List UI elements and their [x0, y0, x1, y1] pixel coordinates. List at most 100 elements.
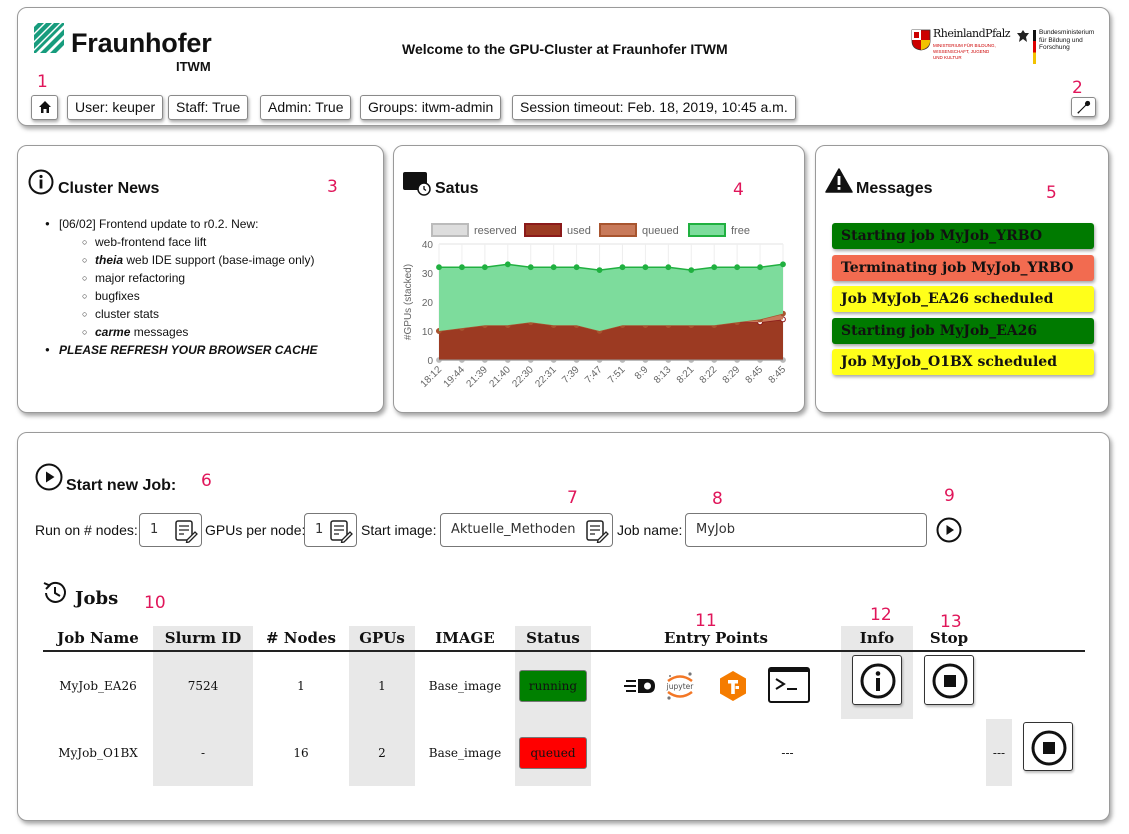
table-cell-job-name: MyJob_O1BX [58, 746, 138, 760]
monitor-icon [403, 172, 431, 196]
annotation-6: 6 [201, 471, 212, 491]
status-badge: running [519, 670, 587, 702]
news-subitem-text: messages [130, 325, 189, 339]
x-tick-label: 7:47 [583, 364, 605, 386]
start-job-button[interactable] [936, 517, 962, 543]
status-title: Satus [435, 180, 479, 197]
y-tick-label: 0 [427, 356, 433, 367]
message-item: Job MyJob_EA26 scheduled [832, 286, 1094, 312]
point-free [688, 267, 695, 273]
logo-name: Fraunhofer [71, 28, 212, 58]
point-free [481, 264, 488, 271]
annotation-1: 1 [37, 72, 48, 92]
image-select[interactable]: Aktuelle_Methoden [440, 513, 613, 547]
stop-button[interactable] [924, 655, 974, 705]
point-free [780, 261, 786, 268]
settings-button[interactable] [1071, 97, 1096, 117]
jupyter-icon[interactable]: jupyter [665, 670, 695, 702]
header-panel: Fraunhofer ITWM Welcome to the GPU-Clust… [17, 7, 1110, 126]
table-cell-entry-points: --- [781, 746, 794, 760]
news-subitem: theia web IDE support (base-image only) [82, 251, 317, 269]
table-cell-gpus: 2 [378, 746, 386, 760]
stop-button[interactable] [1023, 722, 1073, 771]
table-cell-slurm-id: 7524 [187, 679, 219, 693]
point-free [504, 261, 511, 268]
stop-circle-icon [1031, 730, 1067, 766]
x-tick-label: 22:30 [510, 364, 536, 390]
nodes-label: Run on # nodes: [35, 522, 138, 538]
message-item: Starting job MyJob_YRBO [832, 223, 1094, 249]
y-tick-label: 10 [422, 327, 434, 338]
header-gpus: GPUs [359, 629, 405, 647]
speed-icon[interactable] [624, 676, 658, 696]
gpus-input[interactable]: 1 [304, 513, 357, 547]
x-tick-label: 21:40 [487, 364, 513, 390]
news-item-text: PLEASE REFRESH YOUR BROWSER CACHE [59, 343, 318, 357]
y-tick-label: 20 [422, 298, 434, 309]
history-icon [43, 581, 66, 603]
home-button[interactable] [31, 95, 58, 120]
groups-pill[interactable]: Groups: itwm-admin [360, 95, 502, 120]
x-tick-label: 7:39 [560, 364, 582, 386]
x-tick-label: 22:31 [533, 364, 559, 390]
area-free [439, 264, 783, 331]
gpu-chart: 01020304018:1219:4421:3921:4022:3022:31 7… [403, 223, 789, 390]
play-circle-icon [35, 463, 63, 491]
news-subitem-text: web IDE support (base-image only) [123, 253, 315, 267]
annotation-12: 12 [870, 605, 892, 625]
annotation-13: 13 [940, 612, 962, 632]
bmbf-logo: Bundesministerium für Bildung und Forsch… [1016, 27, 1096, 69]
user-pill[interactable]: User: keuper [67, 95, 164, 120]
info-button[interactable] [852, 655, 902, 705]
table-cell-nodes: 1 [297, 679, 305, 693]
news-subitem-text: major refactoring [95, 271, 186, 285]
tensorboard-icon[interactable] [719, 670, 747, 702]
status-badge: queued [519, 737, 587, 769]
legend-swatch [688, 223, 726, 237]
x-tick-label: 8:29 [721, 364, 743, 386]
table-cell-gpus: 1 [378, 679, 386, 693]
news-subitem-text: web-frontend face lift [95, 235, 207, 249]
y-tick-label: 30 [422, 269, 434, 280]
table-cell-image: Base_image [428, 746, 502, 760]
table-cell-image: Base_image [428, 679, 502, 693]
news-subitem-emph: theia [95, 253, 124, 267]
coat-of-arms-icon [911, 29, 931, 51]
news-subitem: major refactoring [82, 269, 317, 287]
x-tick-label: 8:9 [633, 364, 651, 382]
staff-pill[interactable]: Staff: True [168, 95, 249, 120]
point-free [757, 264, 763, 271]
legend-swatch [524, 223, 562, 237]
edit-icon [330, 520, 353, 543]
x-tick-label: 8:21 [675, 364, 697, 386]
nodes-input[interactable]: 1 [139, 513, 202, 547]
terminal-icon[interactable] [768, 667, 810, 703]
x-tick-label: 7:51 [606, 364, 628, 386]
x-tick-label: 8:45 [767, 364, 789, 386]
point-free [734, 264, 741, 271]
news-subitem-text: bugfixes [95, 289, 140, 303]
legend-swatch [599, 223, 637, 237]
header-status: Status [526, 629, 580, 647]
gpus-value: 1 [315, 522, 324, 537]
table-cell-info: --- [992, 746, 1006, 760]
job-name-input[interactable]: MyJob [685, 513, 927, 547]
annotation-4: 4 [733, 180, 744, 200]
annotation-10: 10 [144, 593, 166, 613]
x-tick-label: 18:12 [419, 364, 445, 390]
annotation-2: 2 [1072, 78, 1083, 98]
x-tick-label: 8:13 [652, 364, 674, 386]
edit-icon [586, 520, 609, 543]
name-label: Job name: [617, 522, 683, 538]
message-item: Terminating job MyJob_YRBO [832, 255, 1094, 281]
header-slurm-id: Slurm ID [164, 629, 242, 647]
messages-panel: Messages Starting job MyJob_YRBO Termina… [815, 145, 1109, 413]
session-pill[interactable]: Session timeout: Feb. 18, 2019, 10:45 a.… [512, 95, 796, 120]
annotation-3: 3 [327, 177, 338, 197]
admin-pill[interactable]: Admin: True [260, 95, 352, 120]
table-cell-nodes: 16 [293, 746, 309, 760]
eagle-icon [1017, 30, 1029, 42]
messages-title: Messages [856, 180, 933, 197]
point-free [550, 264, 557, 271]
point-free [596, 267, 603, 273]
